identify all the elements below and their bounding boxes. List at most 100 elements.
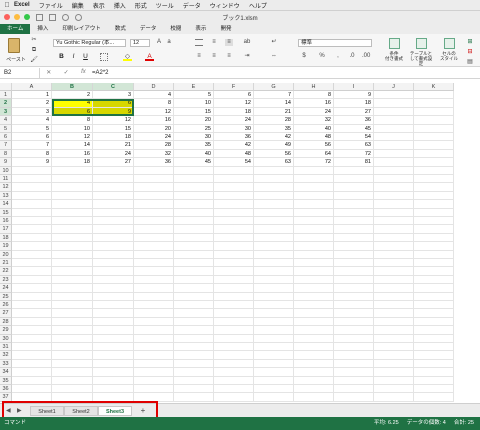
cell-f3[interactable]: 18 [214,107,254,117]
cell-b5[interactable]: 10 [52,124,93,133]
cell-d21[interactable] [134,259,174,268]
cell-e8[interactable]: 40 [174,149,214,159]
cell-g11[interactable] [254,175,294,184]
cell-j13[interactable] [374,191,414,201]
cell-c8[interactable]: 24 [93,149,134,159]
cell-i35[interactable] [334,376,374,385]
cell-c10[interactable] [93,166,134,175]
cell-j14[interactable] [374,200,414,209]
ribbon-tab-7[interactable]: 開発 [213,24,238,34]
percent-icon[interactable]: % [318,53,326,60]
cell-h20[interactable] [294,250,334,259]
cell-h25[interactable] [294,292,334,301]
cell-h35[interactable] [294,376,334,385]
cell-g21[interactable] [254,259,294,268]
cell-a35[interactable] [12,376,52,385]
cell-g22[interactable] [254,267,294,276]
cell-g32[interactable] [254,351,294,360]
cell-k4[interactable] [414,116,454,125]
cell-d5[interactable]: 20 [134,124,174,133]
cell-b11[interactable] [52,175,93,184]
cell-g15[interactable] [254,208,294,217]
cell-i13[interactable] [334,191,374,201]
cell-h5[interactable]: 40 [294,124,334,133]
cell-b33[interactable] [52,359,93,369]
cell-h23[interactable] [294,275,334,285]
format-painter-icon[interactable]: 🖌 [30,57,38,64]
row-header-37[interactable]: 37 [0,393,12,402]
cell-f22[interactable] [214,267,254,276]
cell-c33[interactable] [93,359,134,369]
cell-e23[interactable] [174,275,214,285]
cell-f32[interactable] [214,351,254,360]
cell-c11[interactable] [93,175,134,184]
cell-b20[interactable] [52,250,93,259]
name-box[interactable]: B2 [0,67,40,78]
column-header-g[interactable]: G [254,83,294,91]
cell-c26[interactable] [93,301,134,310]
cell-i5[interactable]: 45 [334,124,374,133]
ribbon-tab-2[interactable]: 印刷レイアウト [55,24,108,34]
cell-b22[interactable] [52,267,93,276]
cell-h1[interactable]: 8 [294,91,334,100]
row-header-3[interactable]: 3 [0,107,12,117]
cell-c4[interactable]: 12 [93,116,134,125]
row-header-1[interactable]: 1 [0,91,12,100]
row-header-10[interactable]: 10 [0,166,12,175]
row-header-15[interactable]: 15 [0,208,12,217]
menu-window[interactable]: ウィンドウ [210,1,240,10]
format-as-table-button[interactable]: テーブルと して書式設定 [408,37,434,66]
cell-j20[interactable] [374,250,414,259]
cell-h22[interactable] [294,267,334,276]
cell-e24[interactable] [174,284,214,293]
cell-b16[interactable] [52,217,93,226]
cell-j7[interactable] [374,141,414,150]
cell-i36[interactable] [334,385,374,394]
cell-b15[interactable] [52,208,93,217]
cell-j18[interactable] [374,233,414,243]
cell-g12[interactable] [254,183,294,192]
cell-a31[interactable] [12,343,52,352]
cell-h6[interactable]: 48 [294,133,334,142]
cell-j11[interactable] [374,175,414,184]
cell-b7[interactable]: 14 [52,141,93,150]
cell-e27[interactable] [174,309,214,318]
cell-e21[interactable] [174,259,214,268]
comma-style-icon[interactable]: , [334,53,342,60]
cell-g20[interactable] [254,250,294,259]
cell-f14[interactable] [214,200,254,209]
cell-h12[interactable] [294,183,334,192]
cell-a36[interactable] [12,385,52,394]
cell-f15[interactable] [214,208,254,217]
cell-e31[interactable] [174,343,214,352]
menu-help[interactable]: ヘルプ [249,1,267,10]
format-cells-icon[interactable]: ▤ [466,59,474,66]
row-header-17[interactable]: 17 [0,225,12,234]
cell-d27[interactable] [134,309,174,318]
indent-icon[interactable]: ⇥ [243,53,251,60]
select-all-corner[interactable] [0,83,12,91]
cell-k24[interactable] [414,284,454,293]
underline-button[interactable]: U [81,52,90,61]
cell-i14[interactable] [334,200,374,209]
cell-e18[interactable] [174,233,214,243]
cell-k34[interactable] [414,368,454,377]
row-header-33[interactable]: 33 [0,359,12,369]
row-header-2[interactable]: 2 [0,99,12,108]
cell-b34[interactable] [52,368,93,377]
cell-h31[interactable] [294,343,334,352]
cell-k36[interactable] [414,385,454,394]
bold-button[interactable]: B [57,52,66,61]
cell-d2[interactable]: 8 [134,99,174,108]
cell-g10[interactable] [254,166,294,175]
cell-e36[interactable] [174,385,214,394]
cell-b32[interactable] [52,351,93,360]
cell-d10[interactable] [134,166,174,175]
cell-j5[interactable] [374,124,414,133]
cell-j16[interactable] [374,217,414,226]
cell-b6[interactable]: 12 [52,133,93,142]
cell-g26[interactable] [254,301,294,310]
cell-d34[interactable] [134,368,174,377]
cell-k33[interactable] [414,359,454,369]
cell-e1[interactable]: 5 [174,91,214,100]
